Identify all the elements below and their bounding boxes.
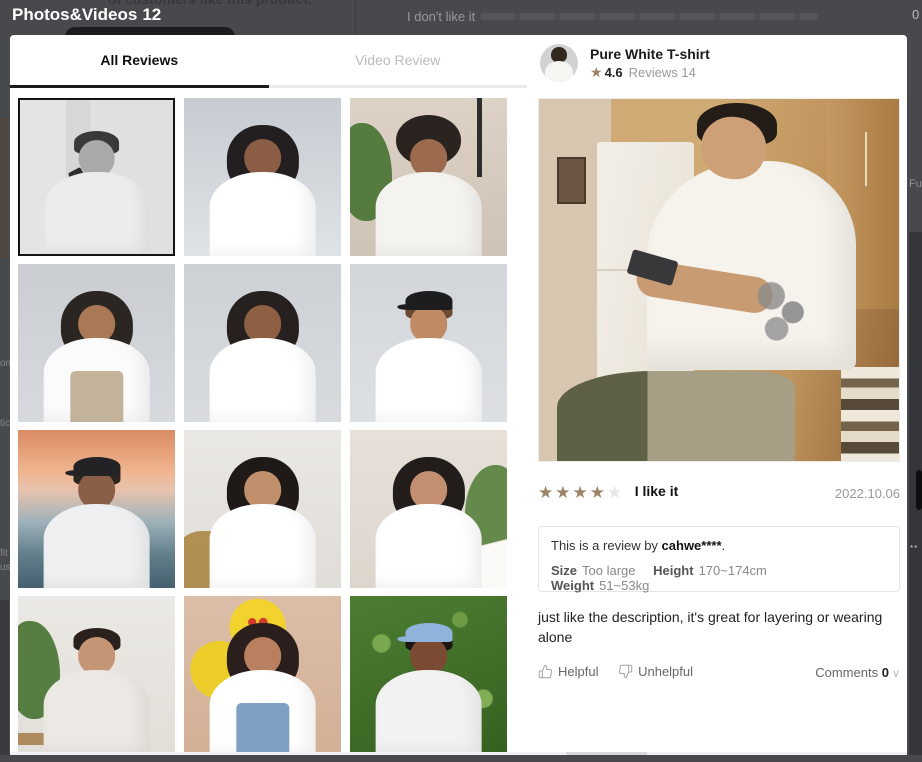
reviewer-name: cahwe**** — [662, 538, 722, 553]
gallery-thumb-man-sunset-lake[interactable] — [18, 430, 175, 588]
photos-videos-count: 12 — [142, 5, 161, 24]
reviews-count: Reviews 14 — [629, 65, 696, 80]
horizontal-scrollbar-track[interactable] — [10, 752, 907, 755]
tab-video-review[interactable]: Video Review — [269, 35, 528, 88]
photo-grid — [18, 98, 515, 754]
horizontal-scrollbar-thumb[interactable] — [566, 752, 647, 755]
gallery-thumb-woman-writing-notebook[interactable] — [350, 430, 507, 588]
rating-value: 4.6 — [605, 65, 623, 80]
rating-distribution-bar — [480, 13, 818, 20]
unhelpful-button[interactable]: Unhelpful — [618, 664, 693, 679]
page-scrollbar-thumb[interactable] — [916, 470, 922, 510]
size-label: Size — [551, 563, 577, 578]
photos-videos-modal: All Reviews Video Review Pure White T-sh… — [10, 35, 907, 755]
star-empty-icon: ★ — [607, 483, 623, 502]
gallery-thumb-woman-emoji-balloons[interactable] — [184, 596, 341, 754]
background-image-fragment — [0, 118, 9, 258]
weight-label: Weight — [551, 578, 594, 593]
star-icon: ★ — [590, 64, 603, 80]
review-text: just like the description, it's great fo… — [538, 607, 900, 648]
background-divider — [355, 0, 356, 35]
review-tabs: All Reviews Video Review — [10, 35, 527, 88]
review-stars: ★★★★★ — [538, 483, 624, 502]
background-text-fragment: ** — [910, 544, 918, 553]
height-value: 170~174cm — [699, 563, 767, 578]
thumb-up-icon — [538, 664, 553, 679]
review-date: 2022.10.06 — [835, 486, 900, 501]
product-name: Pure White T-shirt — [590, 46, 710, 62]
gallery-thumb-afro-person-livingroom[interactable] — [350, 98, 507, 256]
review-detail-panel: Pure White T-shirt ★4.6Reviews 14 ★★★★★ … — [538, 35, 900, 755]
helpful-button[interactable]: Helpful — [538, 664, 598, 679]
star-filled-icon: ★ — [590, 483, 606, 502]
tab-all-reviews[interactable]: All Reviews — [10, 35, 269, 88]
dislike-label: I don't like it — [407, 9, 475, 24]
comments-toggle[interactable]: Comments 0∨ — [815, 665, 900, 680]
product-avatar — [540, 44, 578, 82]
review-actions: Helpful Unhelpful Comments 0∨ — [538, 664, 900, 684]
star-filled-icon: ★ — [555, 483, 571, 502]
gallery-thumb-man-black-cap[interactable] — [350, 264, 507, 422]
gallery-thumb-woman-curly-gray-bg[interactable] — [184, 98, 341, 256]
gallery-thumb-man-phone-grayscale[interactable] — [18, 98, 175, 256]
height-label: Height — [653, 563, 693, 578]
reviewer-byline: This is a review by cahwe****. — [551, 538, 887, 553]
background-image-fragment — [0, 600, 9, 755]
photos-videos-title: Photos&Videos12 — [12, 5, 161, 25]
comments-count: 0 — [882, 665, 889, 680]
chevron-down-icon: ∨ — [892, 668, 900, 680]
dislike-count: 0 — [912, 7, 919, 22]
weight-value: 51~53kg — [599, 578, 649, 593]
size-value: Too large — [582, 563, 635, 578]
reviewer-info-box: This is a review by cahwe****. Size Too l… — [538, 526, 900, 592]
selected-review-photo[interactable] — [538, 98, 900, 462]
star-filled-icon: ★ — [538, 483, 554, 502]
background-text-fragment: Fu — [909, 178, 922, 190]
product-rating: ★4.6 Reviews 14 — [590, 64, 696, 81]
gallery-thumb-woman-fullbody-beige-pants[interactable] — [18, 264, 175, 422]
review-rating-row: ★★★★★ I like it 2022.10.06 — [538, 483, 900, 505]
review-title: I like it — [635, 483, 679, 499]
thumb-down-icon — [618, 664, 633, 679]
gallery-thumb-woman-curly-torso[interactable] — [184, 264, 341, 422]
gallery-thumb-woman-on-phone-smiling[interactable] — [184, 430, 341, 588]
gallery-thumb-woman-desk-laptop[interactable] — [18, 596, 175, 754]
gallery-thumb-man-blue-cap-hedge[interactable] — [350, 596, 507, 754]
star-filled-icon: ★ — [573, 483, 589, 502]
reviewer-measurements: Size Too large Height 170~174cm Weight 51~5… — [551, 563, 887, 593]
